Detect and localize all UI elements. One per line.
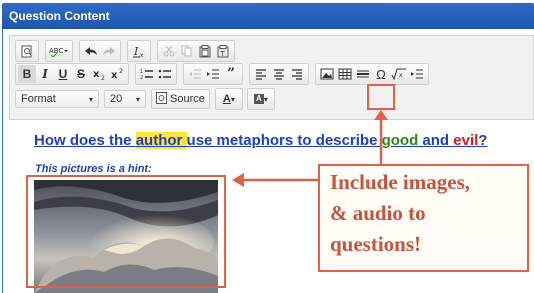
blockquote-icon[interactable]: ” [222, 65, 240, 83]
subscript-icon[interactable]: x2 [90, 65, 108, 83]
bold-icon[interactable]: B [18, 65, 36, 83]
panel-title: Question Content [9, 9, 110, 23]
align-left-icon[interactable] [252, 65, 270, 83]
svg-text:x: x [93, 69, 100, 80]
toolbar-row-1: ABC Ix T [15, 40, 241, 62]
paste-text-icon[interactable]: T [214, 42, 232, 60]
background-color-icon: A [253, 94, 264, 104]
italic-icon[interactable]: I [36, 65, 54, 83]
svg-text:2: 2 [119, 68, 123, 75]
callout-text: Include images, & audio to questions! [330, 167, 470, 260]
svg-text:x: x [111, 70, 118, 80]
redo-icon[interactable] [100, 42, 118, 60]
preview-icon[interactable] [18, 42, 36, 60]
question-and: and [418, 132, 454, 149]
superscript-icon[interactable]: x2 [108, 65, 126, 83]
svg-text:x: x [399, 72, 403, 79]
copy-icon[interactable] [178, 42, 196, 60]
numbered-list-icon[interactable]: 12 [138, 65, 156, 83]
strikethrough-icon[interactable]: S [72, 65, 90, 83]
bulleted-list-icon[interactable] [156, 65, 174, 83]
toolbar-row-2: B I U S x2 x2 12 ” Ω x [15, 63, 435, 85]
source-icon [156, 91, 167, 107]
remove-format-icon[interactable]: Ix [130, 42, 148, 60]
image-button-annotation [367, 84, 395, 110]
font-size-select-value: 20 [110, 93, 123, 105]
spellcheck-icon[interactable]: ABC [48, 42, 70, 60]
math-formula-icon[interactable]: x [390, 65, 408, 83]
callout-line-2: & audio to [330, 201, 426, 225]
callout-line-3: questions! [330, 232, 422, 256]
cut-icon[interactable] [160, 42, 178, 60]
svg-text:2: 2 [140, 75, 143, 80]
source-button[interactable]: Source [151, 89, 210, 109]
underline-icon[interactable]: U [54, 65, 72, 83]
background-color-button[interactable]: A ▾ [250, 90, 272, 108]
paste-icon[interactable] [196, 42, 214, 60]
chevron-down-icon: ▾ [88, 94, 93, 104]
chevron-down-icon: ▾ [230, 94, 235, 104]
special-char-icon[interactable]: Ω [372, 65, 390, 83]
picture-annotation-frame [26, 175, 226, 288]
show-blocks-icon[interactable] [408, 65, 426, 83]
text-color-icon: A [222, 93, 231, 105]
image-icon[interactable] [318, 65, 336, 83]
outdent-icon[interactable] [186, 65, 204, 83]
question-text: How does the author use metaphors to des… [34, 132, 487, 149]
horizontal-rule-icon[interactable] [354, 65, 372, 83]
callout-line-1: Include images, [330, 170, 471, 194]
chevron-down-icon: ▾ [135, 94, 140, 104]
question-word-good: good [381, 132, 419, 149]
svg-text:I: I [133, 45, 139, 58]
panel-header: Question Content [2, 3, 534, 29]
question-highlighted-word: author [135, 132, 187, 149]
format-select[interactable]: Format ▾ [15, 90, 99, 108]
svg-text:2: 2 [101, 75, 105, 80]
svg-text:x: x [140, 52, 144, 58]
question-part-2: use metaphors to describe [186, 132, 382, 149]
indent-icon[interactable] [204, 65, 222, 83]
source-button-label: Source [170, 93, 205, 105]
toolbar-row-3: Format ▾ 20 ▾ Source A ▾ A ▾ [15, 88, 281, 110]
text-color-button[interactable]: A ▾ [218, 90, 240, 108]
question-word-evil: evil [453, 132, 479, 149]
hint-text: This pictures is a hint: [35, 163, 152, 175]
align-center-icon[interactable] [270, 65, 288, 83]
undo-icon[interactable] [82, 42, 100, 60]
format-select-value: Format [21, 93, 56, 105]
chevron-down-icon: ▾ [263, 94, 268, 104]
question-mark: ? [478, 132, 488, 149]
svg-text:T: T [220, 50, 226, 58]
align-right-icon[interactable] [288, 65, 306, 83]
table-icon[interactable] [336, 65, 354, 83]
question-part-1: How does the [34, 132, 136, 149]
font-size-select[interactable]: 20 ▾ [104, 90, 146, 108]
